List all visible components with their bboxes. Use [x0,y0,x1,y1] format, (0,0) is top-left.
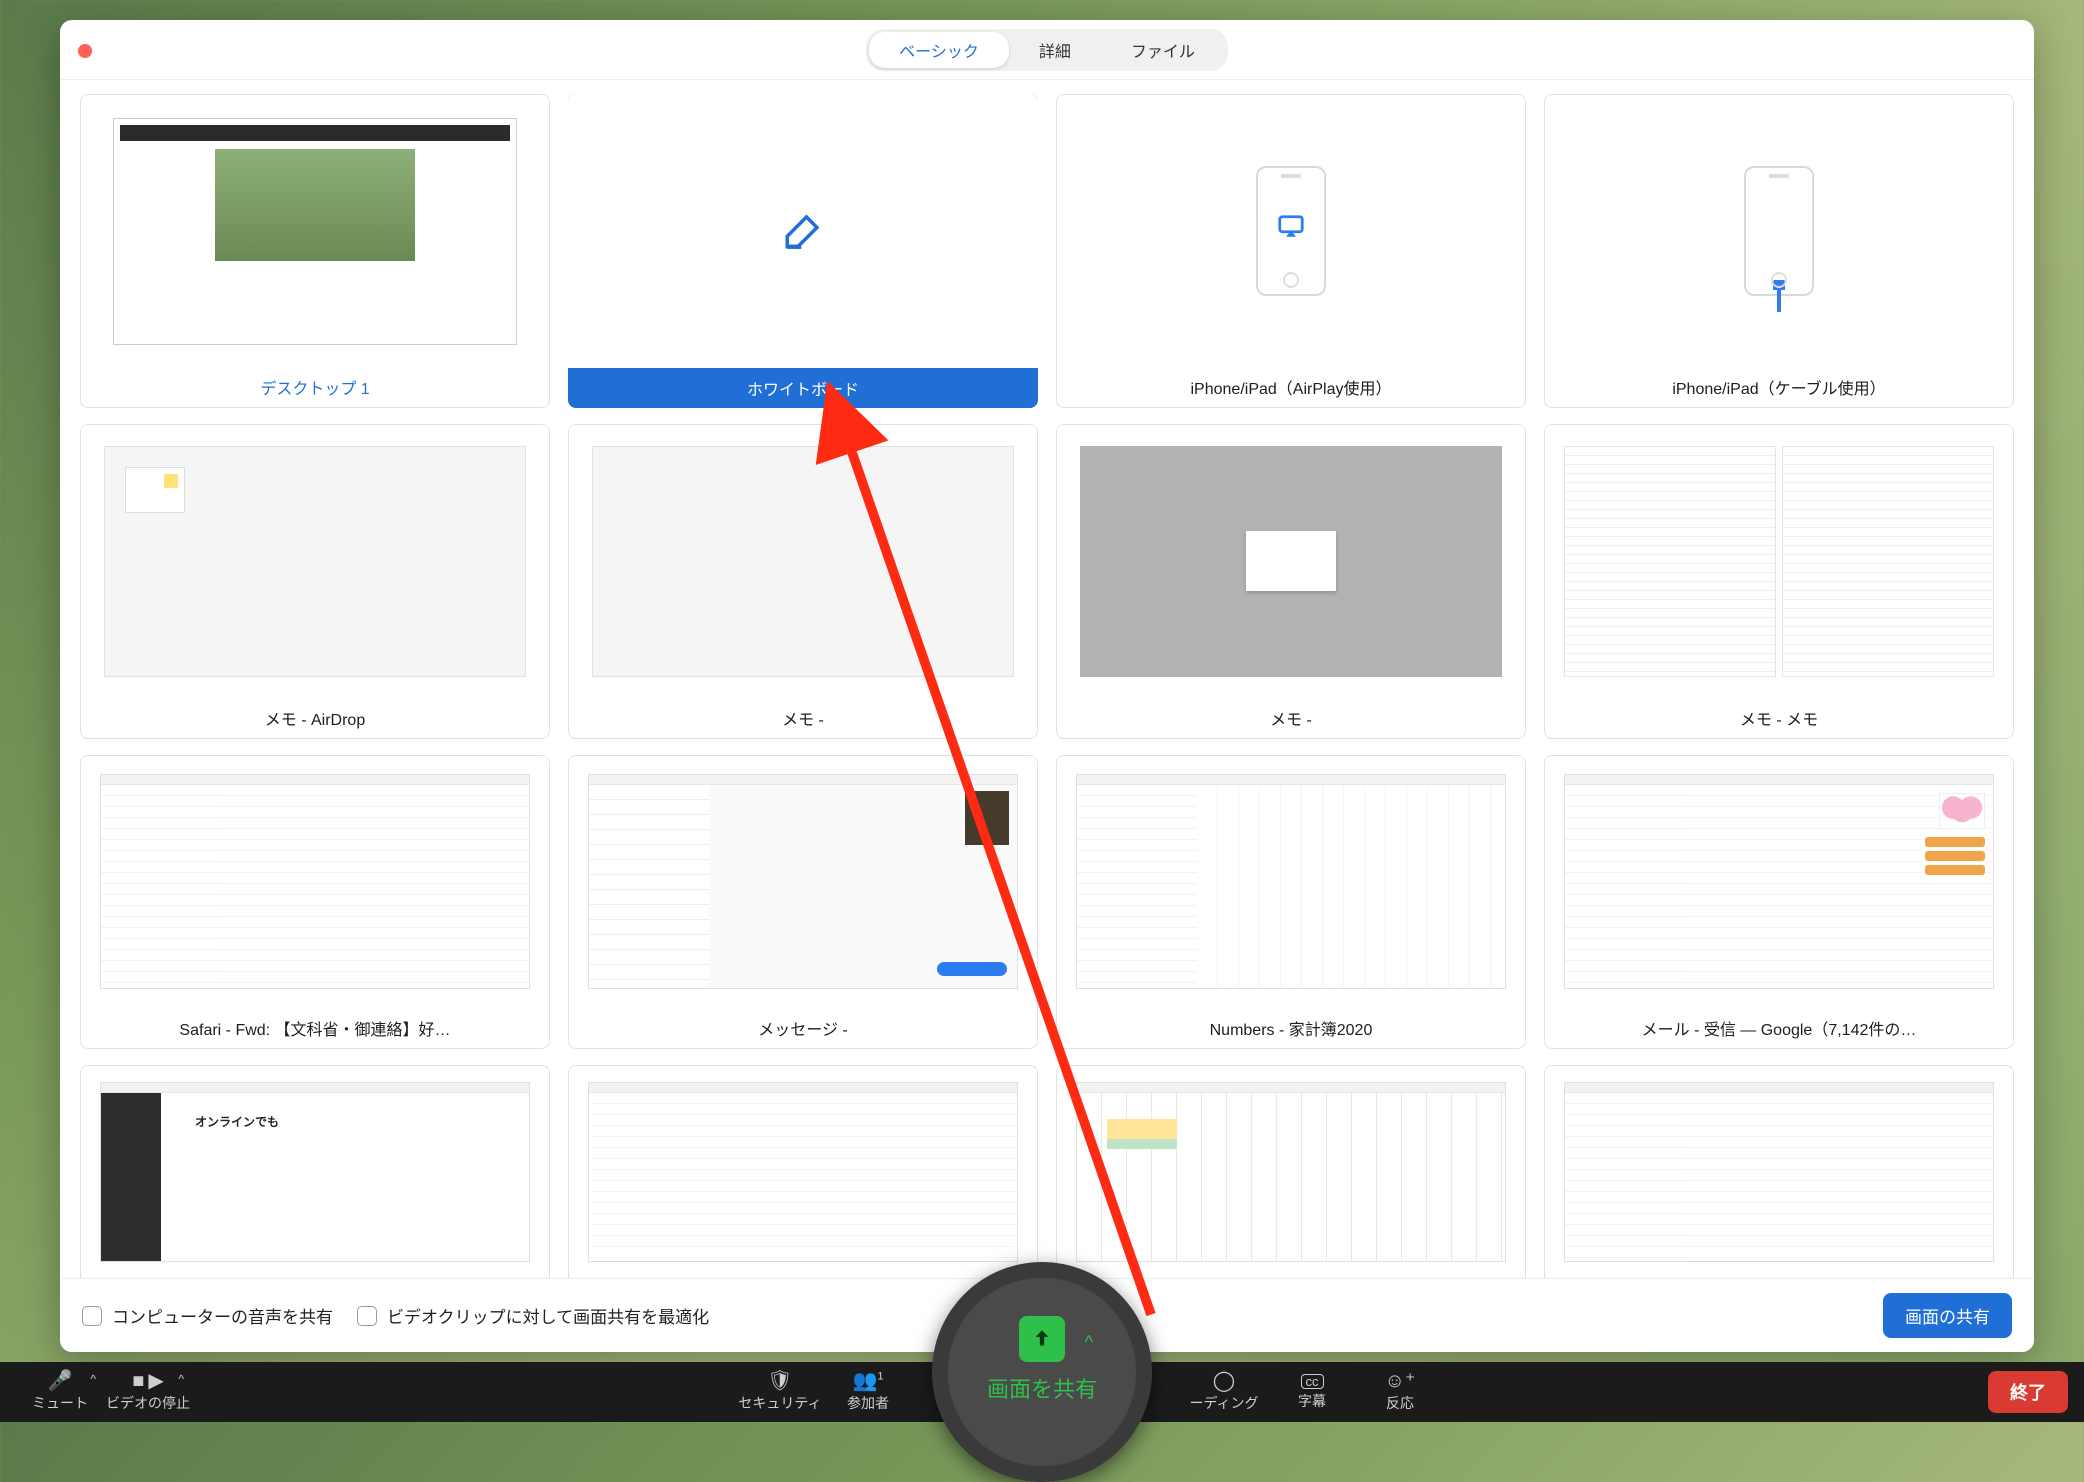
toolbar-cc[interactable]: cc 字幕 [1268,1362,1356,1422]
record-icon: ◯ [1213,1371,1235,1391]
share-screen-highlight[interactable]: ^ 画面を共有 [932,1262,1152,1482]
tab-file[interactable]: ファイル [1101,32,1225,68]
tile-excel[interactable] [1056,1065,1526,1278]
thumb-airplay [1057,95,1525,367]
tile-printer[interactable] [568,1065,1038,1278]
tile-iphone-airplay[interactable]: iPhone/iPad（AirPlay使用） [1056,94,1526,408]
tile-desktop-1[interactable]: デスクトップ 1 [80,94,550,408]
tile-powerpoint[interactable]: オンラインでも [80,1065,550,1278]
toolbar-video[interactable]: ■ ▶ ビデオの停止 ^ [104,1362,192,1422]
thumb-desktop [81,95,549,367]
reactions-icon: ☺⁺ [1385,1371,1416,1391]
share-screen-icon: ^ [1019,1316,1065,1362]
checkbox-label: コンピューターの音声を共有 [112,1303,333,1328]
tile-label: デスクトップ 1 [81,367,549,407]
toolbar-recording[interactable]: ◯ ーディング [1180,1362,1268,1422]
end-meeting-button[interactable]: 終了 [1988,1371,2068,1413]
toolbar-label: 字幕 [1298,1391,1326,1411]
thumb-numbers [1057,756,1525,1008]
chevron-up-icon[interactable]: ^ [178,1372,184,1386]
cable-icon [1777,288,1781,312]
tile-label: iPhone/iPad（ケーブル使用） [1545,367,2013,407]
tile-iphone-cable[interactable]: iPhone/iPad（ケーブル使用） [1544,94,2014,408]
tile-mail[interactable]: メール - 受信 — Google（7,142件の… [1544,755,2014,1049]
share-screen-dialog: ベーシック 詳細 ファイル デスクトップ 1 ホワイトボード [60,20,2034,1352]
thumb-cable [1545,95,2013,367]
thumb-ppt: オンラインでも [81,1066,549,1278]
toolbar-label: 参加者 [847,1393,889,1413]
tile-whiteboard[interactable]: ホワイトボード [568,94,1038,408]
toolbar-label: ーディング [1189,1393,1258,1413]
toolbar-mute[interactable]: 🎤 ミュート ^ [16,1362,104,1422]
tab-basic[interactable]: ベーシック [869,32,1009,68]
thumb-printer [569,1066,1037,1278]
checkbox-share-audio[interactable]: コンピューターの音声を共有 [82,1303,333,1328]
toolbar-label: ミュート [32,1393,88,1413]
airplay-icon [1276,212,1306,247]
thumb-mail [1545,756,2013,1008]
share-source-grid: デスクトップ 1 ホワイトボード iPhone/iPad（AirPlay使用） [60,80,2034,1278]
tile-safari[interactable]: Safari - Fwd: 【文科省・御連絡】好… [80,755,550,1049]
tile-label: メモ - メモ [1545,698,2013,738]
tile-numbers[interactable]: Numbers - 家計簿2020 [1056,755,1526,1049]
tile-label: メモ - [1057,698,1525,738]
participants-icon: 👥1 [852,1371,883,1391]
microphone-icon: 🎤 [48,1371,73,1391]
ppt-slide-text: オンラインでも [195,1113,279,1130]
tile-label: メモ - [569,698,1037,738]
participants-count: 1 [877,1370,883,1382]
tile-messages[interactable]: メッセージ - [568,755,1038,1049]
thumb-memo [1545,425,2013,697]
toolbar-participants[interactable]: 👥1 参加者 [824,1362,912,1422]
tile-memo-2[interactable]: メモ - [568,424,1038,738]
thumb-safari [81,756,549,1008]
tile-label: メモ - AirDrop [81,698,549,738]
thumb-memo [1057,425,1525,697]
video-icon: ■ ▶ [132,1371,163,1391]
chevron-up-icon[interactable]: ^ [1085,1332,1093,1353]
share-screen-label: 画面を共有 [987,1372,1097,1404]
dialog-header: ベーシック 詳細 ファイル [60,20,2034,80]
thumb-memo [569,425,1037,697]
share-button[interactable]: 画面の共有 [1883,1293,2012,1338]
tile-memo-4[interactable]: メモ - メモ [1544,424,2014,738]
toolbar-label: セキュリティ [738,1393,821,1413]
cc-icon: cc [1301,1374,1324,1389]
checkbox-icon [82,1306,102,1326]
checkbox-icon [357,1306,377,1326]
tile-code[interactable] [1544,1065,2014,1278]
tab-advanced[interactable]: 詳細 [1009,32,1101,68]
thumb-messages [569,756,1037,1008]
toolbar-label: 反応 [1386,1393,1414,1413]
tile-memo-3[interactable]: メモ - [1056,424,1526,738]
thumb-code [1545,1066,2013,1278]
toolbar-label: ビデオの停止 [106,1393,190,1413]
toolbar-security[interactable]: 🛡 セキュリティ [736,1362,824,1422]
tile-label: Safari - Fwd: 【文科省・御連絡】好… [81,1008,549,1048]
tile-label: Numbers - 家計簿2020 [1057,1008,1525,1048]
checkbox-optimize-video[interactable]: ビデオクリップに対して画面共有を最適化 [357,1303,709,1328]
tile-label: iPhone/iPad（AirPlay使用） [1057,367,1525,407]
checkbox-label: ビデオクリップに対して画面共有を最適化 [387,1303,709,1328]
chevron-up-icon[interactable]: ^ [90,1372,96,1386]
tile-label: メール - 受信 — Google（7,142件の… [1545,1008,2013,1048]
tile-label: メッセージ - [569,1008,1037,1048]
toolbar-reactions[interactable]: ☺⁺ 反応 [1356,1362,1444,1422]
tile-label: ホワイトボード [568,368,1038,408]
thumb-whiteboard [568,94,1038,368]
thumb-memo [81,425,549,697]
tile-memo-airdrop[interactable]: メモ - AirDrop [80,424,550,738]
tab-segment: ベーシック 詳細 ファイル [866,29,1228,71]
thumb-excel [1057,1066,1525,1278]
shield-icon: 🛡 [767,1371,792,1391]
close-icon[interactable] [78,44,92,58]
pencil-icon [782,210,824,252]
